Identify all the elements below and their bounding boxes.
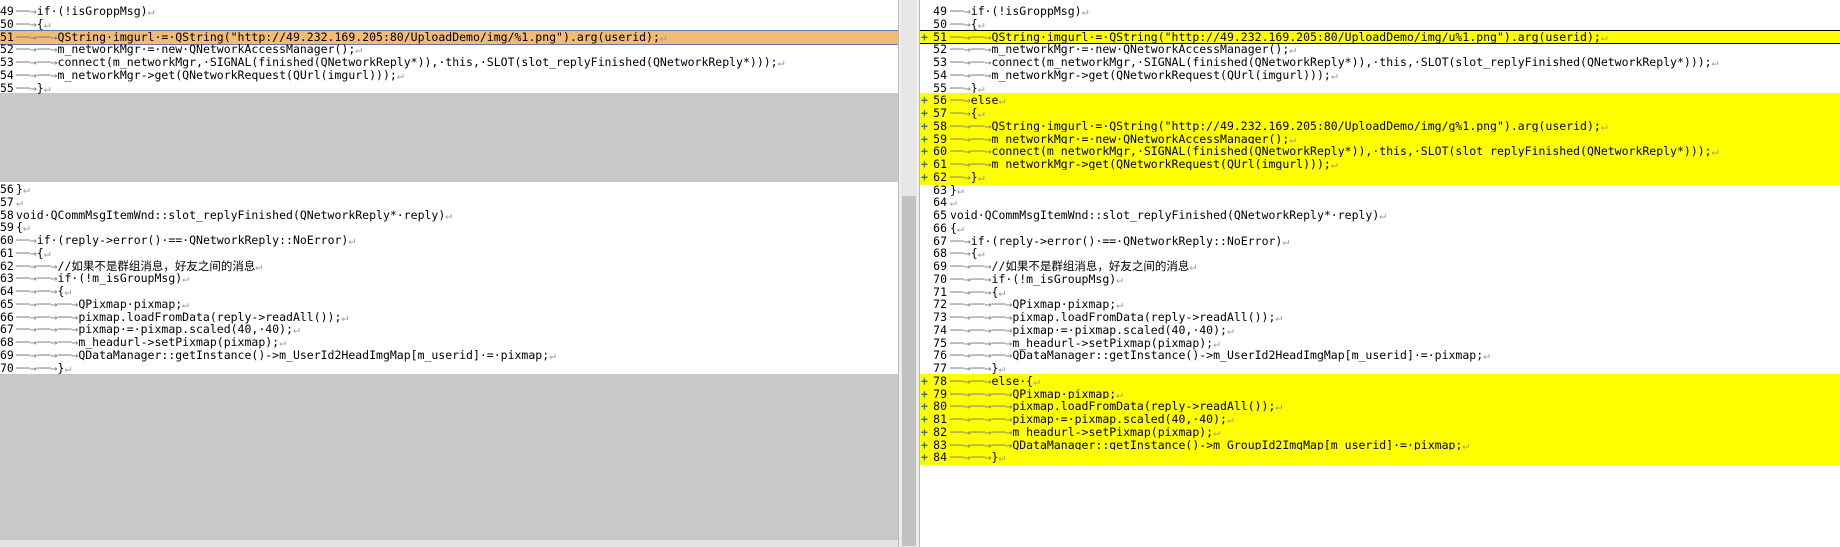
line-number: 51 bbox=[933, 29, 947, 44]
line-end-icon: ↵ bbox=[64, 360, 72, 375]
indent-marker: ──→ bbox=[16, 80, 37, 95]
diff-gap-block bbox=[0, 374, 898, 540]
line-number: 55 bbox=[0, 80, 14, 95]
left-diff-pane[interactable]: 49 ──→if·(!isGroppMsg)↵ 50 ──→{↵ 51 ──→──→QSt… bbox=[0, 0, 898, 547]
horizontal-scrollbar[interactable] bbox=[0, 540, 898, 547]
line-number: 70 bbox=[0, 360, 14, 375]
indent-marker: ──→──→ bbox=[950, 450, 992, 465]
line-number: 84 bbox=[933, 450, 947, 465]
change-marker-icon: + bbox=[921, 29, 928, 44]
vertical-scrollbar[interactable] bbox=[901, 0, 917, 547]
indent-marker: ──→──→ bbox=[16, 360, 58, 375]
code-line[interactable]: +84 ──→──→}↵ bbox=[920, 450, 1840, 466]
line-end-icon: ↵ bbox=[43, 80, 51, 95]
code-line[interactable]: 55 ──→}↵ bbox=[0, 81, 898, 96]
change-marker-icon: + bbox=[921, 450, 928, 465]
right-diff-pane[interactable]: 49 ──→if·(!isGroppMsg)↵ 50 ──→{↵ +51 ──→──→QS… bbox=[920, 0, 1840, 547]
scrollbar-thumb[interactable] bbox=[902, 196, 916, 546]
diff-gap-block bbox=[0, 93, 898, 182]
code-line[interactable]: 70 ──→──→}↵ bbox=[0, 361, 898, 376]
pane-divider[interactable] bbox=[898, 0, 920, 547]
code-text: } bbox=[36, 80, 44, 95]
line-end-icon: ↵ bbox=[998, 450, 1006, 465]
